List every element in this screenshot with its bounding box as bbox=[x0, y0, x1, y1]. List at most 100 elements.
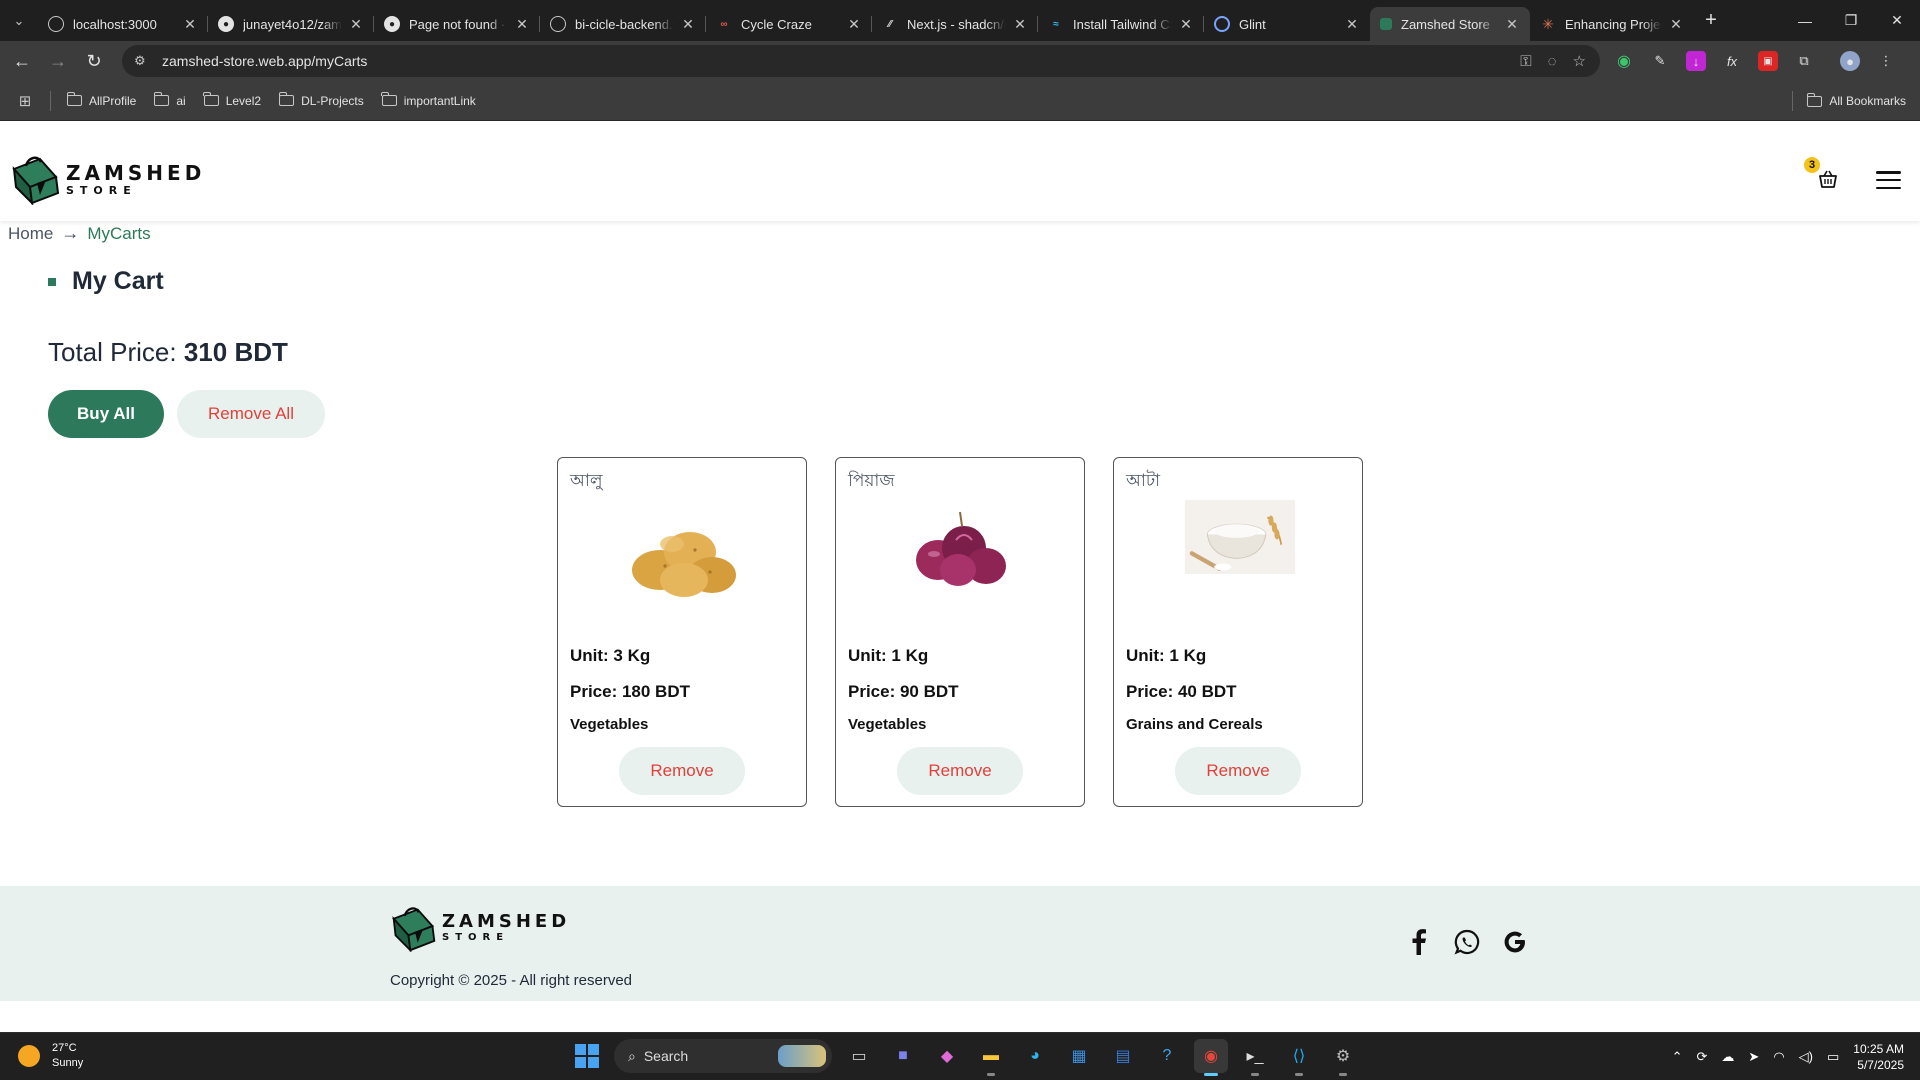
browser-tab[interactable]: ● Page not found · GitHub ✕ bbox=[374, 7, 540, 41]
location-icon[interactable]: ➤ bbox=[1748, 1049, 1759, 1065]
extensions-puzzle-icon[interactable]: ⧉ bbox=[1794, 51, 1814, 71]
eye-off-icon[interactable]: ◌ bbox=[1548, 53, 1557, 70]
url-text[interactable]: zamshed-store.web.app/myCarts bbox=[162, 53, 367, 69]
close-icon[interactable]: ✕ bbox=[1668, 16, 1684, 33]
browser-tab[interactable]: ≈ Install Tailwind CSS ✕ bbox=[1038, 7, 1204, 41]
new-tab-button[interactable]: + bbox=[1694, 9, 1728, 32]
extension-green-icon[interactable]: ◉ bbox=[1614, 51, 1634, 71]
file-explorer-icon[interactable]: ▬ bbox=[974, 1039, 1008, 1076]
remove-item-button[interactable]: Remove bbox=[897, 747, 1023, 795]
potato-image bbox=[632, 532, 736, 597]
fx-extension-icon[interactable]: fx bbox=[1722, 51, 1742, 71]
close-icon[interactable]: ✕ bbox=[1012, 16, 1028, 33]
task-view-icon[interactable]: ▭ bbox=[842, 1039, 876, 1073]
product-category: Vegetables bbox=[848, 716, 927, 733]
taskbar-search[interactable]: ⌕ Search bbox=[614, 1039, 832, 1073]
product-price: Price: 180 BDT bbox=[570, 682, 690, 701]
close-window-icon[interactable]: ✕ bbox=[1874, 0, 1920, 41]
cart-button[interactable]: 3 bbox=[1804, 157, 1840, 191]
wifi-icon[interactable]: ◠ bbox=[1773, 1049, 1784, 1065]
address-bar[interactable]: ⚙ zamshed-store.web.app/myCarts ⚿ ◌ ☆ bbox=[122, 45, 1600, 77]
weather-widget[interactable]: 27°C Sunny bbox=[18, 1041, 83, 1071]
browser-tab[interactable]: bi-cicle-backend.vercel.app ✕ bbox=[540, 7, 706, 41]
browser-tab[interactable]: ✳ Enhancing Project ✕ bbox=[1530, 7, 1694, 41]
product-category: Grains and Cereals bbox=[1126, 716, 1263, 733]
close-icon[interactable]: ✕ bbox=[1178, 16, 1194, 33]
footer-logo[interactable]: ZAMSHED STORE bbox=[390, 904, 570, 952]
forward-icon[interactable]: → bbox=[40, 43, 76, 79]
color-picker-icon[interactable]: ✎ bbox=[1650, 51, 1670, 71]
sync-icon[interactable]: ⟳ bbox=[1697, 1049, 1708, 1065]
menu-kebab-icon[interactable]: ⋮ bbox=[1876, 51, 1896, 71]
bookmark-folder[interactable]: AllProfile bbox=[66, 92, 136, 108]
bookmarks-bar: ⊞ AllProfile ai Level2 DL-Projects impor… bbox=[0, 81, 1920, 121]
battery-icon[interactable]: ▭ bbox=[1827, 1049, 1839, 1065]
product-name: আটা bbox=[1126, 471, 1161, 491]
bookmark-folder[interactable]: importantLink bbox=[381, 92, 476, 108]
site-logo[interactable]: ZAMSHED STORE bbox=[10, 153, 205, 205]
close-icon[interactable]: ✕ bbox=[348, 16, 364, 33]
browser-tab[interactable]: localhost:3000 ✕ bbox=[38, 7, 208, 41]
breadcrumb-home-link[interactable]: Home bbox=[8, 224, 53, 244]
restore-icon[interactable]: ❐ bbox=[1828, 0, 1874, 41]
bookmark-star-icon[interactable]: ☆ bbox=[1573, 52, 1586, 70]
terminal-icon[interactable]: ▸_ bbox=[1238, 1039, 1272, 1076]
flour-image bbox=[1184, 500, 1296, 574]
browser-tab[interactable]: ∞ Cycle Craze ✕ bbox=[706, 7, 872, 41]
windows-start-icon[interactable] bbox=[570, 1039, 604, 1073]
store-app-icon[interactable]: ▦ bbox=[1062, 1039, 1096, 1073]
red-extension-icon[interactable]: ▣ bbox=[1758, 51, 1778, 71]
chrome-icon[interactable]: ◉ bbox=[1194, 1039, 1228, 1076]
help-icon[interactable]: ? bbox=[1150, 1039, 1184, 1073]
settings-icon[interactable]: ⚙ bbox=[1326, 1039, 1360, 1076]
github-icon: ● bbox=[218, 16, 234, 32]
remove-all-button[interactable]: Remove All bbox=[177, 390, 325, 438]
cart-item-card: আলু Unit: 3 Kg Price: 180 BDT Vegetables… bbox=[557, 457, 807, 807]
browser-tab[interactable]: ● junayet4o12/zamshed-store ✕ bbox=[208, 7, 374, 41]
globe-icon bbox=[550, 16, 566, 32]
chevron-up-icon[interactable]: ⌃ bbox=[1672, 1049, 1683, 1065]
globe-icon bbox=[48, 16, 64, 32]
copilot-icon[interactable]: ◆ bbox=[930, 1039, 964, 1073]
clock[interactable]: 10:25 AM 5/7/2025 bbox=[1853, 1041, 1904, 1073]
close-icon[interactable]: ✕ bbox=[1504, 16, 1520, 33]
bookmark-folder[interactable]: Level2 bbox=[203, 92, 261, 108]
all-bookmarks-button[interactable]: All Bookmarks bbox=[1792, 81, 1906, 121]
download-extension-icon[interactable]: ↓ bbox=[1686, 51, 1706, 71]
title-bullet bbox=[48, 277, 56, 286]
whatsapp-icon[interactable] bbox=[1453, 928, 1481, 956]
onedrive-icon[interactable]: ☁ bbox=[1721, 1049, 1734, 1065]
password-key-icon[interactable]: ⚿ bbox=[1520, 53, 1531, 70]
hamburger-menu-icon[interactable] bbox=[1876, 171, 1901, 189]
vscode-icon[interactable]: ⟨⟩ bbox=[1282, 1039, 1316, 1076]
reload-icon[interactable]: ↻ bbox=[76, 43, 112, 79]
remove-item-button[interactable]: Remove bbox=[619, 747, 745, 795]
close-icon[interactable]: ✕ bbox=[680, 16, 696, 33]
facebook-icon[interactable] bbox=[1405, 928, 1433, 956]
volume-icon[interactable]: ◁) bbox=[1799, 1049, 1813, 1065]
close-icon[interactable]: ✕ bbox=[1344, 16, 1360, 33]
apps-grid-icon[interactable]: ⊞ bbox=[0, 92, 50, 110]
close-icon[interactable]: ✕ bbox=[514, 16, 530, 33]
minimize-icon[interactable]: — bbox=[1782, 0, 1828, 41]
browser-tab[interactable]: ⁄⁄ Next.js - shadcn/ui ✕ bbox=[872, 7, 1038, 41]
teams-icon[interactable]: ■ bbox=[886, 1039, 920, 1073]
bookmark-folder[interactable]: DL-Projects bbox=[278, 92, 364, 108]
browser-tab-active[interactable]: Zamshed Store ✕ bbox=[1370, 7, 1530, 41]
browser-tab[interactable]: Glint ✕ bbox=[1204, 7, 1370, 41]
tab-search-icon[interactable]: ⌄ bbox=[0, 0, 38, 41]
close-icon[interactable]: ✕ bbox=[182, 16, 198, 33]
bookmark-folder[interactable]: ai bbox=[153, 92, 186, 108]
buy-all-button[interactable]: Buy All bbox=[48, 390, 164, 438]
product-price: Price: 40 BDT bbox=[1126, 682, 1237, 701]
profile-avatar-icon[interactable]: ● bbox=[1840, 51, 1860, 71]
mysql-workbench-icon[interactable]: ▤ bbox=[1106, 1039, 1140, 1073]
close-icon[interactable]: ✕ bbox=[846, 16, 862, 33]
back-icon[interactable]: ← bbox=[4, 43, 40, 79]
tailwind-icon: ≈ bbox=[1053, 18, 1059, 30]
remove-item-button[interactable]: Remove bbox=[1175, 747, 1301, 795]
weather-temperature: 27°C bbox=[52, 1042, 77, 1054]
edge-icon[interactable]: ◕ bbox=[1018, 1039, 1052, 1073]
google-icon[interactable] bbox=[1501, 928, 1529, 956]
site-info-icon[interactable]: ⚙ bbox=[134, 53, 156, 69]
